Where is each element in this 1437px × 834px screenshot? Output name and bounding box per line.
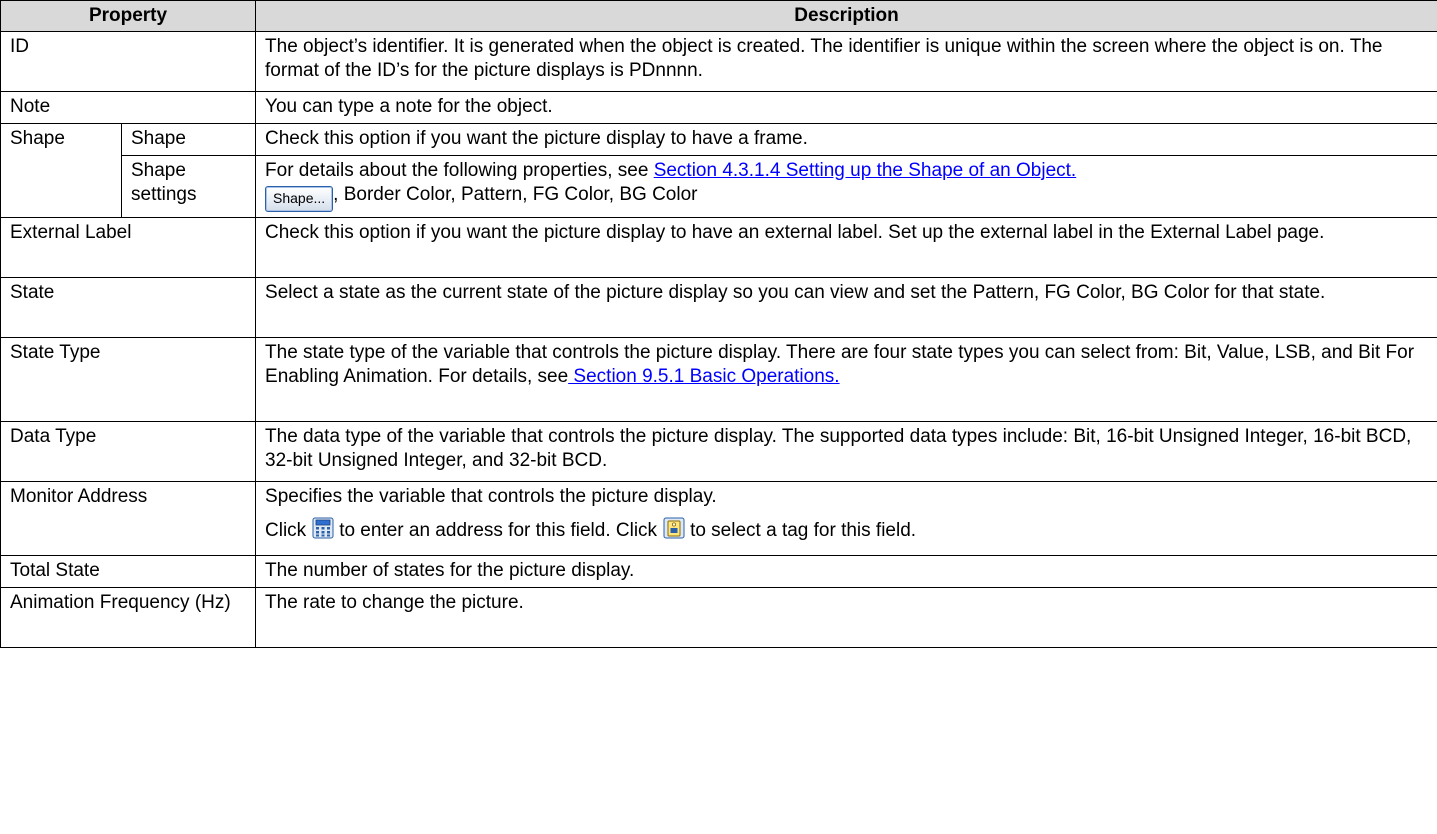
description-cell: The rate to change the picture. [255, 587, 1437, 648]
table-row: Shape settings For details about the fol… [1, 155, 1437, 218]
description-cell: Check this option if you want the pictur… [255, 217, 1437, 278]
description-text: to select a tag for this field. [690, 520, 917, 541]
description-cell: Select a state as the current state of t… [255, 277, 1437, 338]
property-cell: Total State [0, 555, 257, 588]
subproperty-cell: Shape settings [120, 155, 257, 218]
description-text: , Border Color, Pattern, FG Color, BG Co… [333, 184, 698, 205]
property-cell: External Label [0, 217, 257, 278]
description-line: Click to enter an address for this field.… [265, 517, 1429, 546]
table-row: Monitor Address Specifies the variable t… [0, 481, 1437, 556]
description-text: Specifies the variable that controls the… [265, 486, 717, 507]
header-property: Property [0, 0, 257, 32]
section-link-shape[interactable]: Section 4.3.1.4 Setting up the Shape of … [654, 160, 1077, 181]
description-cell: Specifies the variable that controls the… [255, 481, 1437, 556]
property-cell: Monitor Address [0, 481, 257, 556]
property-cell: State Type [0, 337, 257, 422]
description-cell: Check this option if you want the pictur… [255, 123, 1437, 156]
property-cell: Shape [0, 123, 122, 218]
description-cell: The state type of the variable that cont… [255, 337, 1437, 422]
calculator-icon[interactable] [312, 517, 334, 546]
description-cell: For details about the following properti… [255, 155, 1437, 218]
description-cell: The data type of the variable that contr… [255, 421, 1437, 482]
header-description: Description [255, 0, 1437, 32]
properties-table: Property Description ID The object’s ide… [0, 0, 1437, 648]
table-row: Data Type The data type of the variable … [0, 421, 1437, 482]
table-row: ID The object’s identifier. It is genera… [0, 31, 1437, 92]
table-row: State Type The state type of the variabl… [0, 337, 1437, 422]
description-cell: The object’s identifier. It is generated… [255, 31, 1437, 92]
subproperty-cell: Shape [120, 123, 257, 156]
description-cell: You can type a note for the object. [255, 91, 1437, 124]
section-link-basic-operations[interactable]: Section 9.5.1 Basic Operations. [568, 366, 839, 387]
description-text: Click [265, 520, 307, 541]
shape-button[interactable]: Shape... [265, 186, 334, 212]
property-cell: State [0, 277, 257, 338]
property-cell: ID [0, 31, 257, 92]
tag-icon[interactable] [663, 517, 685, 546]
property-cell: Animation Frequency (Hz) [0, 587, 257, 648]
table-row: Animation Frequency (Hz) The rate to cha… [0, 587, 1437, 648]
table-row: External Label Check this option if you … [0, 217, 1437, 278]
description-cell: The number of states for the picture dis… [255, 555, 1437, 588]
table-row: Total State The number of states for the… [0, 555, 1437, 588]
table-row: Shape Shape Check this option if you wan… [0, 123, 1437, 218]
description-text: For details about the following properti… [265, 160, 654, 181]
table-header-row: Property Description [0, 0, 1437, 32]
property-cell: Data Type [0, 421, 257, 482]
property-cell: Note [0, 91, 257, 124]
description-text: to enter an address for this field. Clic… [339, 520, 658, 541]
table-row: Note You can type a note for the object. [0, 91, 1437, 124]
table-row: State Select a state as the current stat… [0, 277, 1437, 338]
